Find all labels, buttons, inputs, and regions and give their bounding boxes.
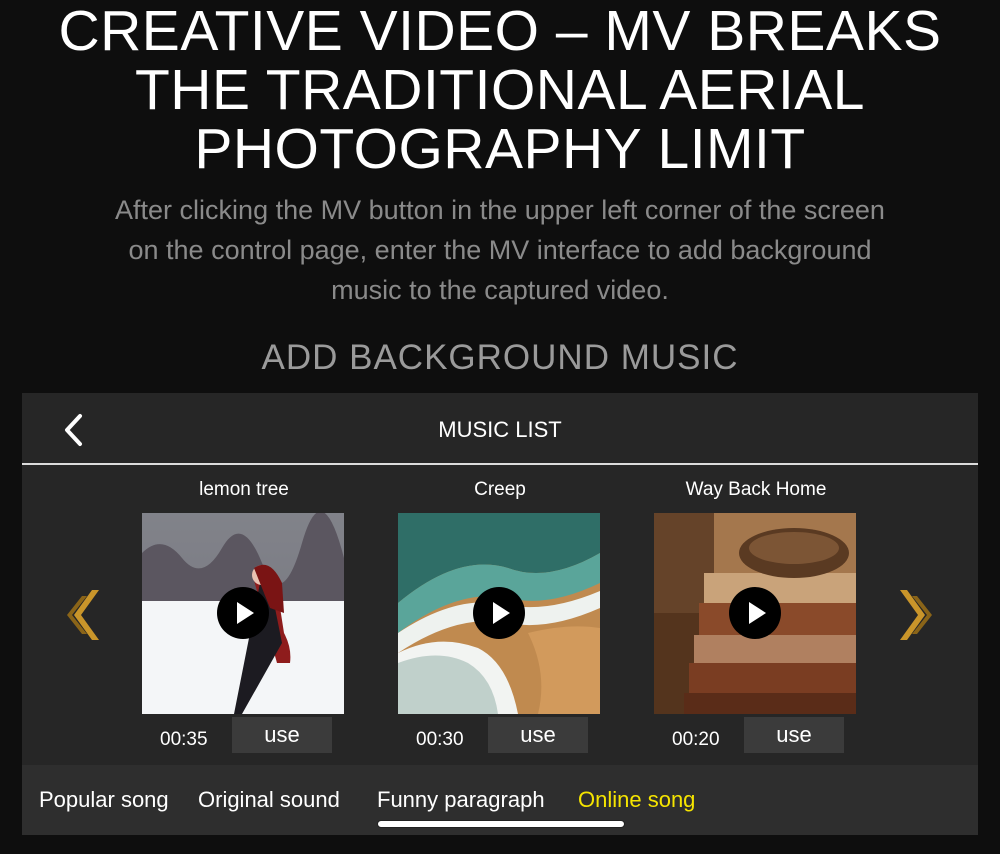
play-button[interactable] <box>729 587 781 639</box>
description-line-1: After clicking the MV button in the uppe… <box>115 195 885 225</box>
song-duration: 00:20 <box>672 729 720 750</box>
active-tab-indicator <box>377 820 625 828</box>
description-line-3: music to the captured video. <box>331 275 669 305</box>
play-icon <box>493 602 510 624</box>
song-thumbnail-ocean-waves-beach <box>398 513 600 714</box>
song-thumbnail-books-and-nest <box>654 513 856 714</box>
top-bar: MUSIC LIST <box>22 393 978 465</box>
next-page-button[interactable] <box>898 588 932 642</box>
song-card: lemon tree 00:35 use <box>142 479 346 753</box>
double-chevron-left-icon <box>67 590 99 640</box>
play-button[interactable] <box>217 587 269 639</box>
description-line-2: on the control page, enter the MV interf… <box>128 235 872 265</box>
song-card: Creep 00:30 use <box>398 479 602 753</box>
description: After clicking the MV button in the uppe… <box>0 190 1000 310</box>
use-button[interactable]: use <box>232 717 332 753</box>
section-title: ADD BACKGROUND MUSIC <box>261 338 739 377</box>
use-button[interactable]: use <box>744 717 844 753</box>
song-duration: 00:35 <box>160 729 208 750</box>
tab-popular-song[interactable]: Popular song <box>39 787 169 813</box>
headline-line-3: PHOTOGRAPHY LIMIT <box>194 117 806 181</box>
song-title: lemon tree <box>199 479 289 500</box>
category-tabs: Popular song Original sound Funny paragr… <box>22 765 978 835</box>
song-thumbnail-woman-in-snow <box>142 513 344 714</box>
tab-funny-paragraph[interactable]: Funny paragraph <box>377 787 545 813</box>
song-card: Way Back Home 00:20 use <box>654 479 858 753</box>
headline-line-2: THE TRADITIONAL AERIAL <box>134 58 865 122</box>
play-icon <box>749 602 766 624</box>
music-list-screen: MUSIC LIST lemon tree 00:35 use Creep 00… <box>22 393 978 835</box>
song-title: Way Back Home <box>685 479 827 500</box>
tab-original-sound[interactable]: Original sound <box>198 787 340 813</box>
play-button[interactable] <box>473 587 525 639</box>
headline: CREATIVE VIDEO – MV BREAKS THE TRADITION… <box>0 2 1000 179</box>
song-title: Creep <box>474 479 526 500</box>
play-icon <box>237 602 254 624</box>
double-chevron-right-icon <box>900 590 932 640</box>
title-divider <box>22 463 978 465</box>
song-duration: 00:30 <box>416 729 464 750</box>
screen-title: MUSIC LIST <box>438 417 562 442</box>
headline-line-1: CREATIVE VIDEO – MV BREAKS <box>58 0 942 63</box>
tab-online-song[interactable]: Online song <box>578 787 695 813</box>
use-button[interactable]: use <box>488 717 588 753</box>
page: CREATIVE VIDEO – MV BREAKS THE TRADITION… <box>0 0 1000 854</box>
previous-page-button[interactable] <box>67 588 101 642</box>
